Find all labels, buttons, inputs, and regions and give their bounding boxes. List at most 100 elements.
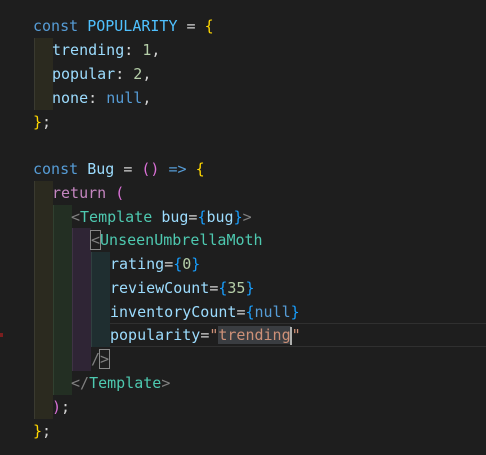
code-line: <Template bug={bug}> — [0, 205, 486, 229]
punctuation: : — [124, 41, 134, 59]
punctuation: ; — [42, 113, 52, 131]
bracket: () — [141, 160, 160, 178]
indent-guide — [91, 276, 110, 300]
line-content: const Bug = () => { — [33, 157, 205, 181]
string-quote: " — [291, 326, 301, 344]
bracket: } — [33, 422, 43, 440]
indent-guide — [53, 228, 72, 252]
indent-guide — [91, 252, 110, 276]
line-content: ); — [52, 395, 70, 419]
code-line: }; — [0, 419, 486, 443]
bracket: } — [245, 279, 255, 297]
number-literal: 35 — [227, 279, 246, 297]
punctuation: : — [115, 65, 125, 83]
tag-bracket: </ — [71, 374, 90, 392]
bracket: { — [173, 255, 183, 273]
component-name: UnseenUmbrellaMoth — [100, 231, 263, 249]
component-name: Template — [89, 374, 162, 392]
property-key: none — [52, 89, 89, 107]
code-line: const Bug = () => { — [0, 157, 486, 181]
indent-guide — [53, 300, 72, 324]
punctuation: , — [151, 41, 161, 59]
operator: = — [200, 326, 210, 344]
property-key: trending — [52, 41, 125, 59]
component-name: Template — [80, 208, 153, 226]
bracket: } — [191, 255, 201, 273]
punctuation: , — [142, 89, 152, 107]
line-content: trending: 1, — [52, 38, 160, 62]
line-content: </Template> — [71, 371, 170, 395]
indent-guide — [34, 252, 53, 276]
indent-guide — [53, 371, 72, 395]
line-content: /> — [91, 347, 111, 371]
line-content: }; — [33, 419, 51, 443]
identifier: Bug — [87, 160, 115, 178]
code-line: /> — [0, 347, 486, 371]
indent-guide — [34, 228, 53, 252]
bracket: { — [195, 160, 205, 178]
tag-bracket: > — [99, 349, 111, 369]
indent-guide — [34, 181, 53, 205]
tag-bracket: < — [89, 230, 102, 250]
indent-guide — [34, 38, 53, 62]
bracket: { — [245, 303, 255, 321]
null-literal: null — [106, 89, 143, 107]
indent-guide — [34, 395, 53, 419]
operator: = — [186, 17, 196, 35]
bracket: } — [290, 303, 300, 321]
indent-guide — [34, 347, 53, 371]
line-content: return ( — [52, 181, 124, 205]
bracket: ( — [115, 184, 125, 202]
number-literal: 2 — [133, 65, 143, 83]
indent-guide — [72, 276, 91, 300]
indent-guide — [34, 86, 53, 110]
line-content: const POPULARITY = { — [33, 14, 214, 38]
tag-bracket: < — [71, 208, 81, 226]
number-literal: 0 — [182, 255, 192, 273]
code-line: reviewCount={35} — [0, 276, 486, 300]
indent-guide — [34, 323, 53, 347]
code-editor[interactable]: const POPULARITY = { trending: 1, popula… — [0, 0, 486, 455]
code-line: popular: 2, — [0, 62, 486, 86]
line-content: <UnseenUmbrellaMoth — [89, 228, 263, 252]
bracket: ) — [52, 398, 62, 416]
line-content: popular: 2, — [52, 62, 151, 86]
code-line: trending: 1, — [0, 38, 486, 62]
indent-guide — [72, 300, 91, 324]
jsx-attribute: bug — [161, 208, 189, 226]
tag-bracket: > — [242, 208, 252, 226]
indent-guide — [53, 252, 72, 276]
indent-guide — [53, 323, 72, 347]
bracket: } — [33, 113, 43, 131]
indent-guide — [53, 205, 72, 229]
string-literal[interactable]: trending — [218, 326, 291, 344]
indent-guide — [72, 252, 91, 276]
operator: = — [164, 255, 174, 273]
indent-guide — [34, 276, 53, 300]
keyword: const — [33, 160, 79, 178]
indent-guide — [53, 276, 72, 300]
punctuation: : — [88, 89, 98, 107]
diff-marker — [0, 333, 3, 337]
indent-guide — [34, 371, 53, 395]
line-content: }; — [33, 110, 51, 134]
indent-guide — [34, 62, 53, 86]
arrow-operator: => — [168, 160, 187, 178]
line-content: reviewCount={35} — [110, 276, 255, 300]
line-content: inventoryCount={null} — [110, 300, 300, 324]
bracket: } — [233, 208, 243, 226]
property-key: popular — [52, 65, 116, 83]
keyword: const — [33, 17, 79, 35]
indent-guide — [72, 323, 91, 347]
indent-guide — [91, 300, 110, 324]
indent-guide — [72, 347, 91, 371]
null-literal: null — [254, 303, 291, 321]
indent-guide — [34, 300, 53, 324]
code-line-current[interactable]: popularity="trending" — [0, 323, 486, 347]
code-line: <UnseenUmbrellaMoth — [0, 228, 486, 252]
jsx-attribute: rating — [110, 255, 165, 273]
operator: = — [123, 160, 133, 178]
jsx-attribute: popularity — [110, 326, 201, 344]
jsx-attribute: inventoryCount — [110, 303, 237, 321]
code-line: none: null, — [0, 86, 486, 110]
